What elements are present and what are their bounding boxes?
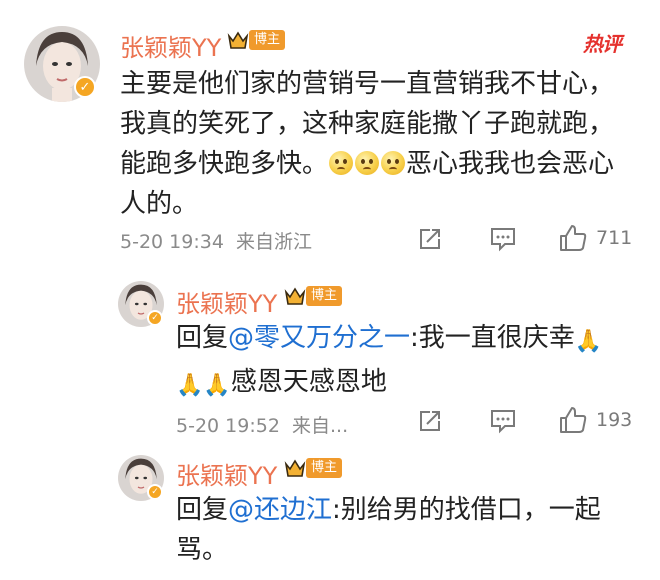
pitiful-face-icon [381, 151, 406, 175]
verified-badge-icon: ✓ [147, 310, 163, 326]
thumbs-up-icon [560, 225, 587, 251]
blogger-badge: 博主 [249, 30, 286, 50]
reply-text: 回复@还边江:别给男的找借口，一起骂。 [176, 490, 636, 570]
mention-link[interactable]: @还边江 [228, 495, 332, 525]
mention-link[interactable]: @零又万分之一 [228, 323, 410, 353]
verified-badge-icon: ✓ [147, 484, 163, 500]
like-count: 193 [596, 409, 633, 431]
username[interactable]: 张颖颖YY [120, 28, 221, 63]
praying-hands-icon: 🙏 [203, 373, 231, 398]
crown-icon [284, 287, 306, 305]
reply-prefix: 回复 [176, 323, 229, 353]
location: 来自... [292, 415, 349, 437]
location: 来自浙江 [236, 231, 313, 253]
crown-icon [227, 31, 249, 49]
reply-timestamp: 5-20 19:52 来自... [176, 411, 348, 438]
share-icon[interactable] [417, 226, 443, 252]
praying-hands-icon: 🙏 [176, 373, 204, 398]
reply-text-part: :我一直很庆幸 [410, 323, 575, 353]
verified-badge-icon: ✓ [74, 76, 96, 98]
blogger-badge: 博主 [306, 286, 343, 306]
timestamp: 5-20 19:34 [120, 231, 224, 253]
blogger-badge: 博主 [306, 458, 343, 478]
reply-text: 回复@零又万分之一:我一直很庆幸🙏 🙏🙏感恩天感恩地 [176, 318, 636, 406]
reply-username[interactable]: 张颖颖YY [176, 284, 277, 319]
praying-hands-icon: 🙏 [574, 329, 603, 354]
share-icon[interactable] [417, 408, 443, 434]
reply-text-part: 感恩天感恩地 [230, 367, 387, 397]
like-button[interactable]: 711 [558, 223, 632, 253]
crown-icon [284, 459, 306, 477]
reply-prefix: 回复 [176, 495, 229, 525]
reply-username[interactable]: 张颖颖YY [176, 456, 277, 491]
hot-comment-tag: 热评 [583, 22, 629, 57]
pitiful-face-icon [355, 151, 380, 175]
pitiful-face-icon [329, 151, 354, 175]
timestamp: 5-20 19:52 [176, 415, 280, 437]
thumbs-up-icon [560, 407, 587, 433]
like-button[interactable]: 193 [558, 405, 632, 435]
comment-icon[interactable] [489, 226, 517, 252]
comment-timestamp: 5-20 19:34 来自浙江 [120, 227, 312, 254]
comment-text: 主要是他们家的营销号一直营销我不甘心，我真的笑死了，这种家庭能撒丫子跑就跑，能跑… [120, 64, 632, 224]
comment-icon[interactable] [489, 408, 517, 434]
like-count: 711 [596, 227, 633, 249]
